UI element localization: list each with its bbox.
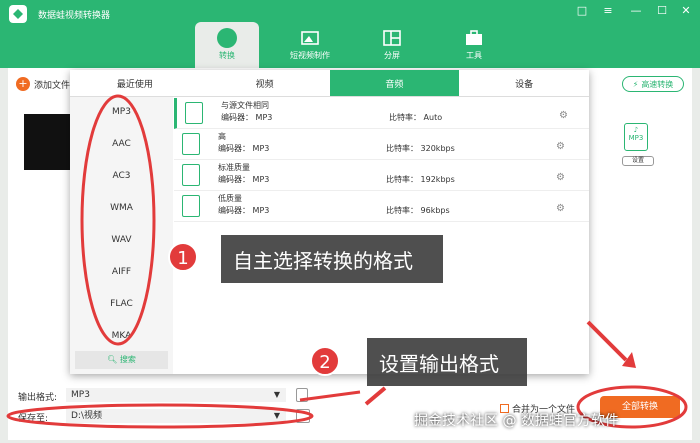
arrow-line <box>299 390 361 402</box>
arrow-line <box>586 320 628 362</box>
save-path-highlight <box>6 403 314 429</box>
annotation-overlay <box>6 94 688 429</box>
step-1-callout: 自主选择转换的格式 <box>221 235 443 283</box>
step-2-callout: 设置输出格式 <box>367 338 527 386</box>
format-list-highlight <box>80 94 156 346</box>
step-number-badge: 1 <box>168 242 198 272</box>
watermark: 掘金技术社区 @ 数据蛙官方软件 <box>414 413 619 429</box>
step-number-badge: 2 <box>310 346 340 376</box>
arrow-line <box>364 386 387 406</box>
